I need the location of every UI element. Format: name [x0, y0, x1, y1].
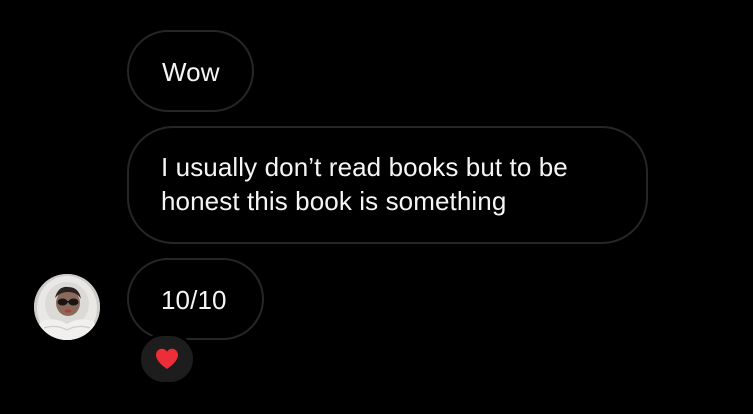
message-text: 10/10: [161, 285, 227, 315]
message-bubble[interactable]: Wow: [127, 30, 254, 112]
message-text: I usually don’t read books but to be hon…: [161, 152, 568, 216]
message-text: Wow: [162, 57, 220, 87]
person-photo-avatar-icon: [34, 274, 100, 340]
avatar[interactable]: [34, 274, 100, 340]
message-bubble[interactable]: 10/10: [127, 258, 264, 340]
chat-thread: Wow I usually don’t read books but to be…: [0, 0, 753, 414]
heart-icon: [156, 348, 178, 369]
message-bubble[interactable]: I usually don’t read books but to be hon…: [127, 126, 648, 244]
reaction-badge[interactable]: [138, 333, 196, 385]
